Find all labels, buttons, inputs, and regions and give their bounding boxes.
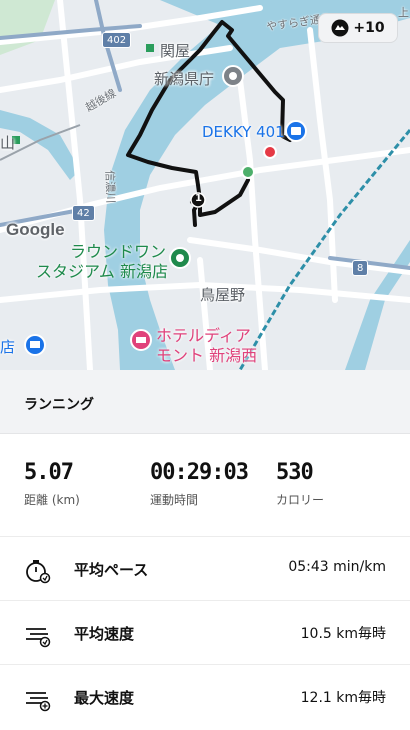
average-speed-label: 平均速度: [74, 625, 135, 643]
map-label-yama: 山: [0, 134, 16, 152]
map-label-hotel-line2: モント 新潟西: [156, 346, 258, 365]
route-shield-42: 42: [72, 205, 95, 221]
map-label-round1-line2: スタジアム 新潟店: [36, 262, 168, 281]
activity-title: ランニング: [24, 397, 94, 413]
distance-value: 5.07: [24, 460, 74, 485]
calories-value: 530: [276, 460, 314, 485]
map-label-upper: 上: [398, 6, 409, 19]
metric-row-average-speed: 平均速度 10.5 km毎時: [0, 600, 410, 664]
calories-label: カロリー: [276, 493, 325, 507]
stat-distance: 5.07 距離 (km): [24, 460, 80, 508]
map-label-hotel-line1: ホテルディア: [156, 326, 251, 345]
average-pace-label: 平均ペース: [74, 561, 149, 579]
map-label-river: 信濃川: [103, 170, 118, 204]
metric-row-average-pace: 平均ペース 05:43 min/km: [0, 536, 410, 600]
map-label-sekiya: 関屋: [160, 42, 191, 60]
activity-type-bar: ランニング: [0, 370, 410, 434]
speed-plus-icon: [26, 692, 51, 712]
speed-lines-icon: [26, 628, 51, 648]
metric-row-max-speed: 最大速度 12.1 km毎時: [0, 664, 410, 728]
summary-stats: 5.07 距離 (km) 00:29:03 運動時間 530 カロリー: [0, 434, 410, 534]
stopwatch-icon: [26, 560, 51, 584]
route-shield-402: 402: [102, 32, 132, 48]
distance-label: 距離 (km): [24, 493, 80, 507]
duration-label: 運動時間: [150, 493, 199, 507]
max-speed-value: 12.1 km毎時: [300, 690, 386, 706]
average-pace-value: 05:43 min/km: [288, 559, 386, 575]
map-label-dekky: DEKKY 401: [202, 123, 285, 141]
route-map[interactable]: 関屋 新潟県庁 越後線 DEKKY 401 ラウンドワン スタジアム 新潟店 鳥…: [0, 0, 410, 370]
map-label-shop-left: 店: [0, 338, 16, 356]
google-logo: Google: [6, 220, 65, 239]
map-base: [0, 0, 410, 370]
map-label-round1-line1: ラウンドワン: [70, 242, 167, 261]
max-speed-label: 最大速度: [74, 689, 135, 707]
map-label-toriyano: 鳥屋野: [200, 286, 246, 304]
stat-calories: 530 カロリー: [276, 460, 324, 508]
shoe-icon: [331, 19, 349, 37]
average-speed-value: 10.5 km毎時: [300, 626, 386, 642]
achievement-badge[interactable]: +10: [318, 13, 398, 43]
badge-count: +10: [353, 20, 385, 36]
stat-duration: 00:29:03 運動時間: [150, 460, 249, 508]
km-marker-1: 1: [195, 193, 202, 204]
map-label-prefecture-office: 新潟県庁: [154, 70, 215, 88]
route-shield-8: 8: [352, 260, 369, 276]
duration-value: 00:29:03: [150, 460, 249, 485]
